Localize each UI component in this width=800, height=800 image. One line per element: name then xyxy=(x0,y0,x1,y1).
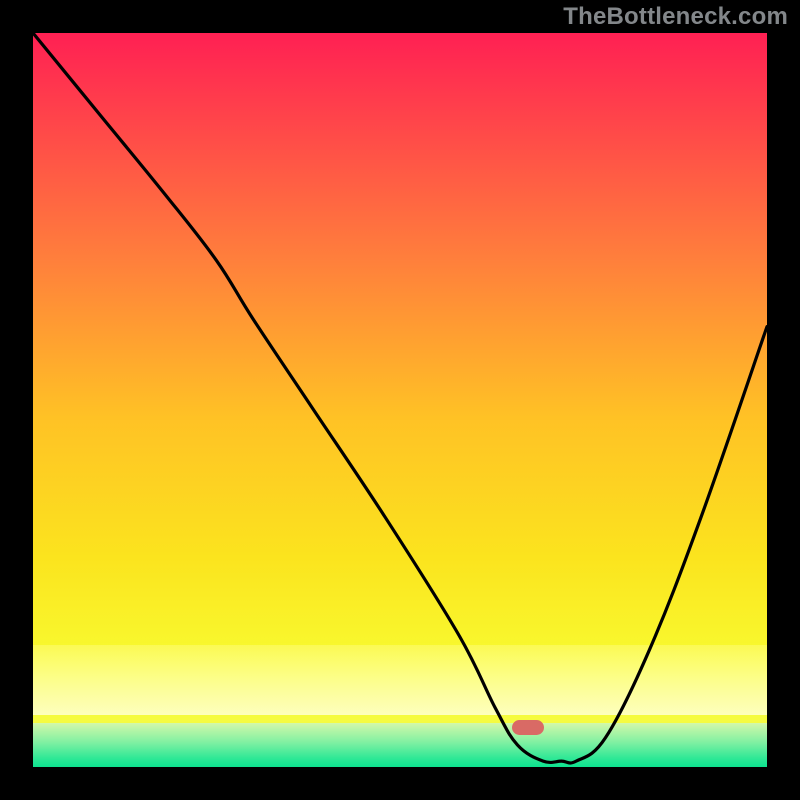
optimal-marker xyxy=(512,720,544,735)
chart-canvas: TheBottleneck.com xyxy=(0,0,800,800)
bottleneck-curve xyxy=(33,33,767,767)
frame-border xyxy=(0,767,800,800)
plot-area xyxy=(33,33,767,767)
watermark-text: TheBottleneck.com xyxy=(563,3,788,31)
frame-border xyxy=(767,0,800,800)
frame-border xyxy=(0,0,33,800)
